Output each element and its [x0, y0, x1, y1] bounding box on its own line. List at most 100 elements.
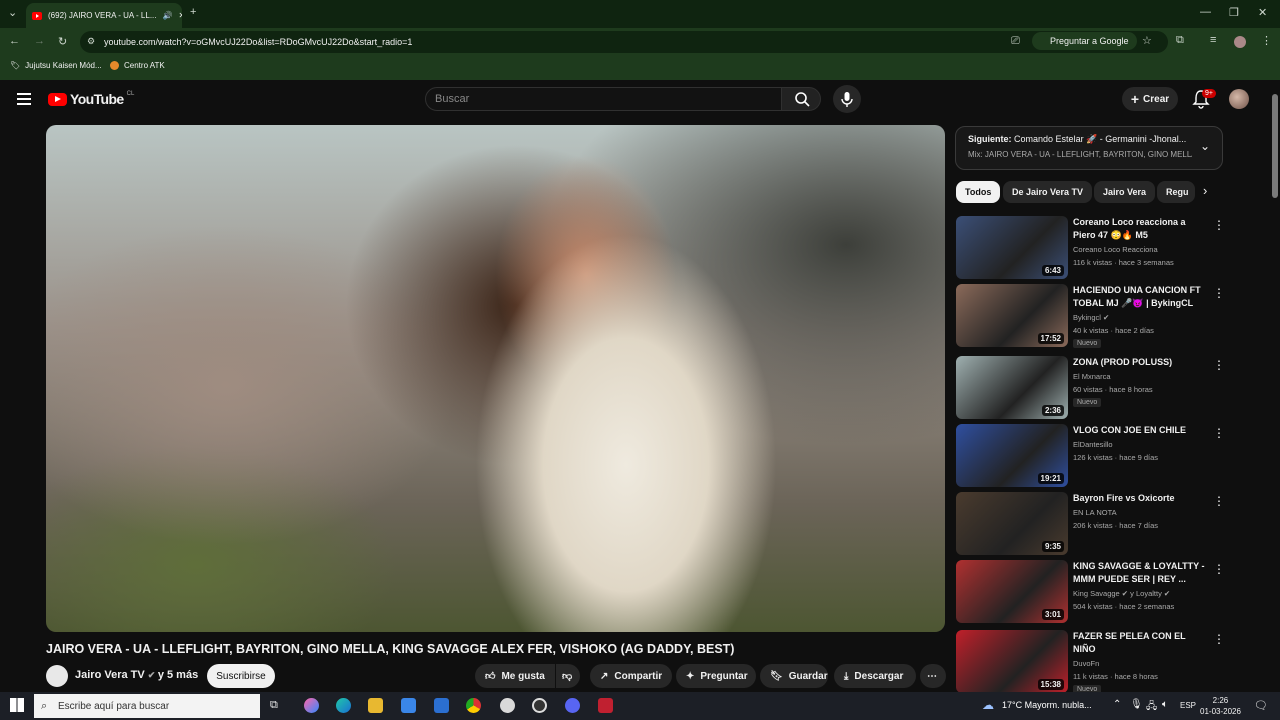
more-vertical-icon[interactable]: ⋮: [1213, 562, 1225, 576]
network-icon[interactable]: 🖧: [1146, 699, 1157, 716]
recommendation-channel[interactable]: El Mxnarca: [1073, 372, 1111, 381]
tab-close-icon[interactable]: ✕: [178, 11, 182, 20]
ask-google-button[interactable]: Preguntar a Google: [1032, 32, 1137, 50]
forward-icon[interactable]: →: [34, 35, 45, 47]
more-vertical-icon[interactable]: ⋮: [1213, 426, 1225, 440]
tray-overflow-icon[interactable]: ⌃: [1113, 699, 1121, 710]
chip-channel[interactable]: De Jairo Vera TV: [1003, 181, 1093, 203]
recommendation-channel[interactable]: EN LA NOTA: [1073, 508, 1117, 517]
reload-icon[interactable]: ↻: [58, 35, 67, 48]
minimize-icon[interactable]: —: [1200, 6, 1211, 18]
recommendation-item[interactable]: 3:01 KING SAVAGGE & LOYALTTY - MMM PUEDE …: [956, 560, 1225, 624]
edge-icon[interactable]: [336, 698, 351, 713]
site-settings-icon[interactable]: ⚙: [87, 36, 95, 47]
recommendation-title[interactable]: HACIENDO UNA CANCION FT TOBAL MJ 🎤😈 | By…: [1073, 284, 1205, 310]
recommendation-title[interactable]: Bayron Fire vs Oxicorte: [1073, 492, 1205, 505]
mic-tray-icon[interactable]: 🎙︎: [1130, 699, 1143, 710]
channel-avatar[interactable]: [46, 665, 68, 687]
recommendation-title[interactable]: VLOG CON JOE EN CHILE: [1073, 424, 1205, 437]
app-icon[interactable]: [532, 698, 547, 713]
recommendation-item[interactable]: 6:43 Coreano Loco reacciona a Piero 47 😳🔥…: [956, 216, 1225, 280]
subscribe-button[interactable]: Suscribirse: [207, 664, 275, 688]
video-thumbnail[interactable]: 6:43: [956, 216, 1068, 279]
chrome-icon[interactable]: [466, 698, 481, 713]
more-vertical-icon[interactable]: ⋮: [1213, 286, 1225, 300]
recommendation-title[interactable]: KING SAVAGGE & LOYALTTY - MMM PUEDE SER …: [1073, 560, 1205, 586]
youtube-logo[interactable]: YouTube CL: [48, 91, 134, 107]
scrollbar-thumb[interactable]: [1272, 94, 1278, 198]
recommendation-item[interactable]: 2:36 ZONA (PROD POLUSS) El Mxnarca 60 vista…: [956, 356, 1225, 420]
bookmark-jujutsu[interactable]: 🏷 Jujutsu Kaisen Mód...: [10, 61, 102, 70]
discord-icon[interactable]: [565, 698, 580, 713]
video-thumbnail[interactable]: 17:52: [956, 284, 1068, 347]
chip-all[interactable]: Todos: [956, 181, 1001, 203]
recommendation-item[interactable]: 15:38 FAZER SE PELEA CON EL NIÑO DuvoFn 11 …: [956, 630, 1225, 692]
steam-icon[interactable]: [500, 698, 515, 713]
like-button[interactable]: 👍︎ Me gusta: [475, 664, 555, 688]
search-button[interactable]: [781, 87, 821, 111]
new-tab-icon[interactable]: +: [190, 6, 196, 18]
more-vertical-icon[interactable]: ⋮: [1213, 494, 1225, 508]
video-thumbnail[interactable]: 2:36: [956, 356, 1068, 419]
expand-chevron-icon[interactable]: ⌄: [1200, 139, 1210, 153]
url-field[interactable]: youtube.com/watch?v=oGMvcUJ22Do&list=RDo…: [80, 31, 1168, 53]
share-button[interactable]: ↗ Compartir: [590, 664, 672, 688]
mail-icon[interactable]: [434, 698, 449, 713]
restore-icon[interactable]: ❐: [1229, 6, 1239, 19]
chip-artist[interactable]: Jairo Vera: [1094, 181, 1156, 203]
ask-button[interactable]: ✦ Preguntar: [676, 664, 756, 688]
up-next-panel[interactable]: Siguiente: Comando Estelar 🚀 - Germanini…: [955, 126, 1223, 170]
taskbar-search-input[interactable]: Escribe aquí para buscar: [34, 694, 260, 718]
channel-name[interactable]: Jairo Vera TV ✔ y 5 más: [75, 669, 198, 681]
chips-next-icon[interactable]: ›: [1203, 183, 1207, 198]
save-button[interactable]: 🔖︎ Guardar: [760, 664, 828, 688]
download-button[interactable]: ⤓ Descargar: [834, 664, 916, 688]
recommendation-channel[interactable]: Coreano Loco Reacciona: [1073, 245, 1158, 254]
more-vertical-icon[interactable]: ⋮: [1213, 218, 1225, 232]
recommendation-channel[interactable]: Bykingcl ✔: [1073, 313, 1109, 322]
video-thumbnail[interactable]: 15:38: [956, 630, 1068, 692]
browser-tab[interactable]: (692) JAIRO VERA - UA - LL... 🔊 ✕: [26, 3, 182, 28]
windows-start-icon[interactable]: [10, 698, 24, 712]
voice-search-button[interactable]: [833, 85, 861, 113]
account-avatar[interactable]: [1229, 89, 1249, 109]
extensions-icon[interactable]: ⧉: [1176, 34, 1184, 47]
copilot-icon[interactable]: [304, 698, 319, 713]
recommendation-title[interactable]: Coreano Loco reacciona a Piero 47 😳🔥 M5: [1073, 216, 1205, 242]
search-input[interactable]: Buscar: [425, 87, 782, 111]
browser-menu-icon[interactable]: ⋮: [1261, 34, 1272, 47]
video-thumbnail[interactable]: 9:35: [956, 492, 1068, 555]
recommendation-item[interactable]: 19:21 VLOG CON JOE EN CHILE ElDantesillo 12…: [956, 424, 1225, 488]
tab-audio-icon[interactable]: 🔊: [162, 11, 172, 20]
hamburger-menu-icon[interactable]: [17, 93, 31, 105]
file-explorer-icon[interactable]: [368, 698, 383, 713]
video-thumbnail[interactable]: 19:21: [956, 424, 1068, 487]
game-app-icon[interactable]: [598, 698, 613, 713]
cast-icon[interactable]: ⎚: [1011, 35, 1020, 48]
back-icon[interactable]: ←: [9, 35, 20, 47]
create-button[interactable]: + Crear: [1122, 87, 1178, 111]
video-player[interactable]: [46, 125, 945, 632]
recommendation-title[interactable]: FAZER SE PELEA CON EL NIÑO: [1073, 630, 1205, 656]
recommendation-title[interactable]: ZONA (PROD POLUSS): [1073, 356, 1205, 369]
profile-avatar[interactable]: [1234, 36, 1246, 48]
recommendation-channel[interactable]: King Savagge ✔ y Loyaltty ✔: [1073, 589, 1170, 598]
recommendation-channel[interactable]: DuvoFn: [1073, 659, 1099, 668]
more-vertical-icon[interactable]: ⋮: [1213, 632, 1225, 646]
video-thumbnail[interactable]: 3:01: [956, 560, 1068, 623]
dislike-button[interactable]: 👎︎: [556, 664, 580, 688]
close-window-icon[interactable]: ✕: [1258, 6, 1267, 19]
bookmark-centro-atk[interactable]: Centro ATK: [110, 61, 165, 70]
task-view-icon[interactable]: ⧉: [270, 699, 278, 712]
volume-icon[interactable]: 🔈︎: [1162, 699, 1168, 710]
weather-text[interactable]: 17°C Mayorm. nubla...: [1002, 700, 1092, 710]
reading-list-icon[interactable]: ≡: [1210, 34, 1216, 46]
recommendation-channel[interactable]: ElDantesillo: [1073, 440, 1113, 449]
notifications-icon[interactable]: 🗨︎: [1254, 699, 1268, 712]
recommendation-item[interactable]: 17:52 HACIENDO UNA CANCION FT TOBAL MJ 🎤😈…: [956, 284, 1225, 348]
clock[interactable]: 2:26 01-03-2026: [1200, 695, 1241, 717]
recommendation-item[interactable]: 9:35 Bayron Fire vs Oxicorte EN LA NOTA 206…: [956, 492, 1225, 556]
tab-list-icon[interactable]: ⌄: [8, 6, 17, 19]
bookmark-star-icon[interactable]: ☆: [1142, 34, 1152, 47]
chip-regu[interactable]: Regu: [1157, 181, 1195, 203]
